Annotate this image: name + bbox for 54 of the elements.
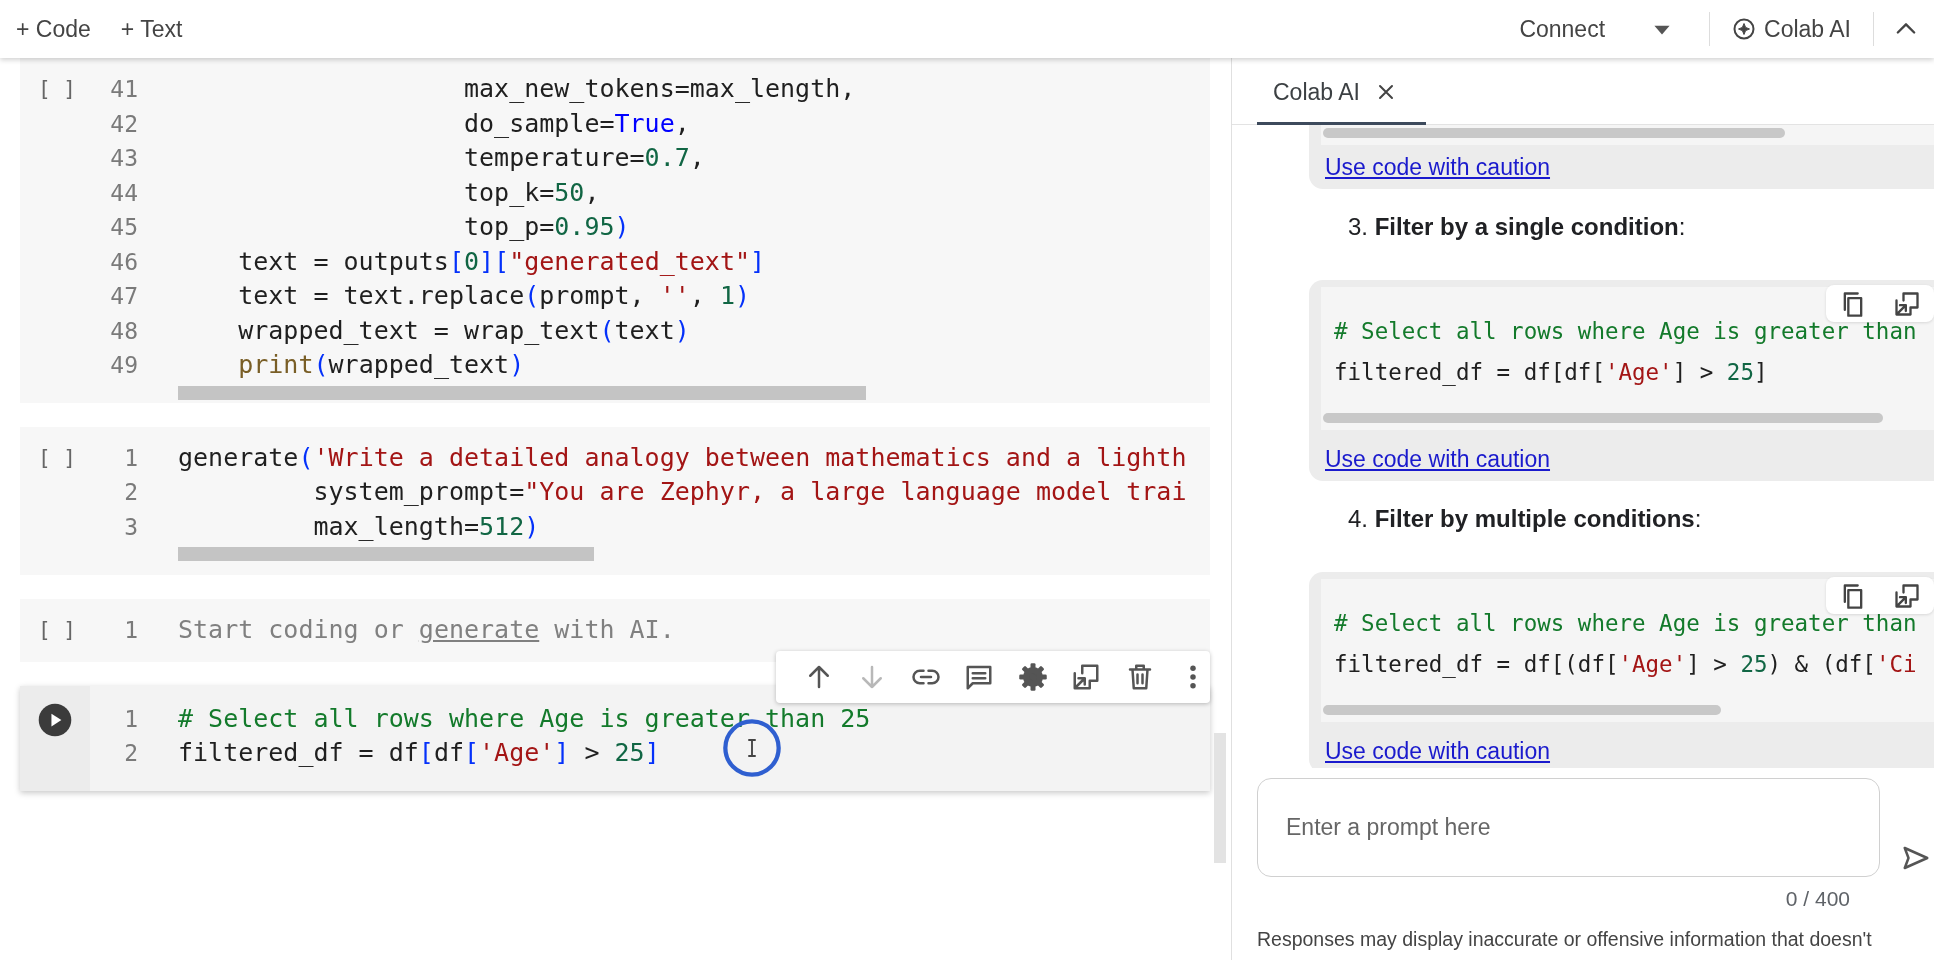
code-line: max_new_tokens=max_length, bbox=[462, 73, 856, 105]
line-number: 2 bbox=[123, 739, 138, 768]
code-line: print(wrapped_text) bbox=[237, 349, 525, 381]
run-cell-button[interactable]: [ ] bbox=[38, 72, 76, 107]
line-number: 47 bbox=[109, 282, 138, 311]
line-number: 46 bbox=[109, 247, 138, 277]
caution-link[interactable]: Use code with caution bbox=[1325, 739, 1550, 763]
code-line: wrapped_text = wrap_text(text) bbox=[237, 314, 690, 347]
character-counter: 0 / 400 bbox=[1784, 887, 1850, 911]
line-number: 2 bbox=[123, 478, 138, 507]
square-arrow-icon[interactable] bbox=[1893, 581, 1921, 610]
code-line: text = text.replace(prompt, '', 1) bbox=[237, 280, 750, 312]
code-line: top_p=0.95) bbox=[462, 211, 630, 243]
line-number: 1 bbox=[123, 704, 138, 734]
colab-ai-button[interactable]: Colab AI bbox=[1728, 11, 1855, 47]
run-cell-button[interactable]: [ ] bbox=[38, 440, 76, 475]
code-line: Start coding or generate with AI. bbox=[178, 614, 675, 646]
code-line: do_sample=True, bbox=[462, 107, 690, 140]
square-arrow-icon[interactable] bbox=[1893, 289, 1921, 318]
line-number: 3 bbox=[123, 512, 138, 542]
code-line: text = outputs[0]["generated_text"] bbox=[237, 245, 766, 278]
step-heading: 3. Filter by a single condition: bbox=[1348, 213, 1687, 241]
code-line: filtered_df = df[df['Age'] > 25] bbox=[178, 737, 660, 769]
insert-button[interactable]: + Text bbox=[116, 11, 187, 47]
step-heading: 4. Filter by multiple conditions: bbox=[1348, 505, 1703, 533]
code-line: # Select all rows where Age is greater than 25 bbox=[178, 702, 871, 735]
code-line: generate('Write a detailed analogy between mathematics and a lighth bbox=[178, 441, 1187, 474]
insert-button[interactable]: + Code bbox=[12, 11, 95, 47]
line-number: 45 bbox=[109, 213, 138, 242]
line-number: 43 bbox=[109, 144, 138, 173]
run-button[interactable] bbox=[38, 702, 72, 737]
caution-link[interactable]: Use code with caution bbox=[1325, 155, 1550, 179]
code-line: # Select all rows where Age is greater than bbox=[1334, 317, 1918, 346]
code-line: system_prompt="You are Zephyr, a large language model trai bbox=[312, 476, 1187, 508]
line-number: 1 bbox=[123, 443, 138, 473]
connect-button[interactable]: Connect bbox=[1515, 11, 1610, 47]
sparkle-icon bbox=[1732, 17, 1757, 41]
line-number: 41 bbox=[109, 75, 138, 104]
code-line: top_k=50, bbox=[462, 176, 600, 209]
line-number: 49 bbox=[109, 351, 138, 380]
settings-icon[interactable] bbox=[1017, 661, 1048, 692]
run-cell-button[interactable]: [ ] bbox=[38, 613, 76, 648]
line-number: 1 bbox=[123, 616, 138, 645]
line-number: 48 bbox=[109, 316, 138, 346]
line-number: 42 bbox=[109, 109, 138, 139]
code-line: # Select all rows where Age is greater than bbox=[1334, 609, 1918, 638]
code-line: filtered_df = df[(df['Age'] > 25) & (df['Ci bbox=[1334, 650, 1918, 680]
line-number: 44 bbox=[109, 178, 138, 208]
disclaimer-text: Responses may display inaccurate or offensive information that doesn't bbox=[1257, 928, 1872, 950]
code-line: filtered_df = df[df['Age'] > 25] bbox=[1334, 358, 1769, 388]
code-line: temperature=0.7, bbox=[462, 142, 705, 174]
caution-link[interactable]: Use code with caution bbox=[1325, 447, 1550, 471]
code-line: max_length=512) bbox=[312, 510, 540, 543]
prompt-field[interactable]: Enter a prompt here bbox=[1257, 778, 1880, 877]
